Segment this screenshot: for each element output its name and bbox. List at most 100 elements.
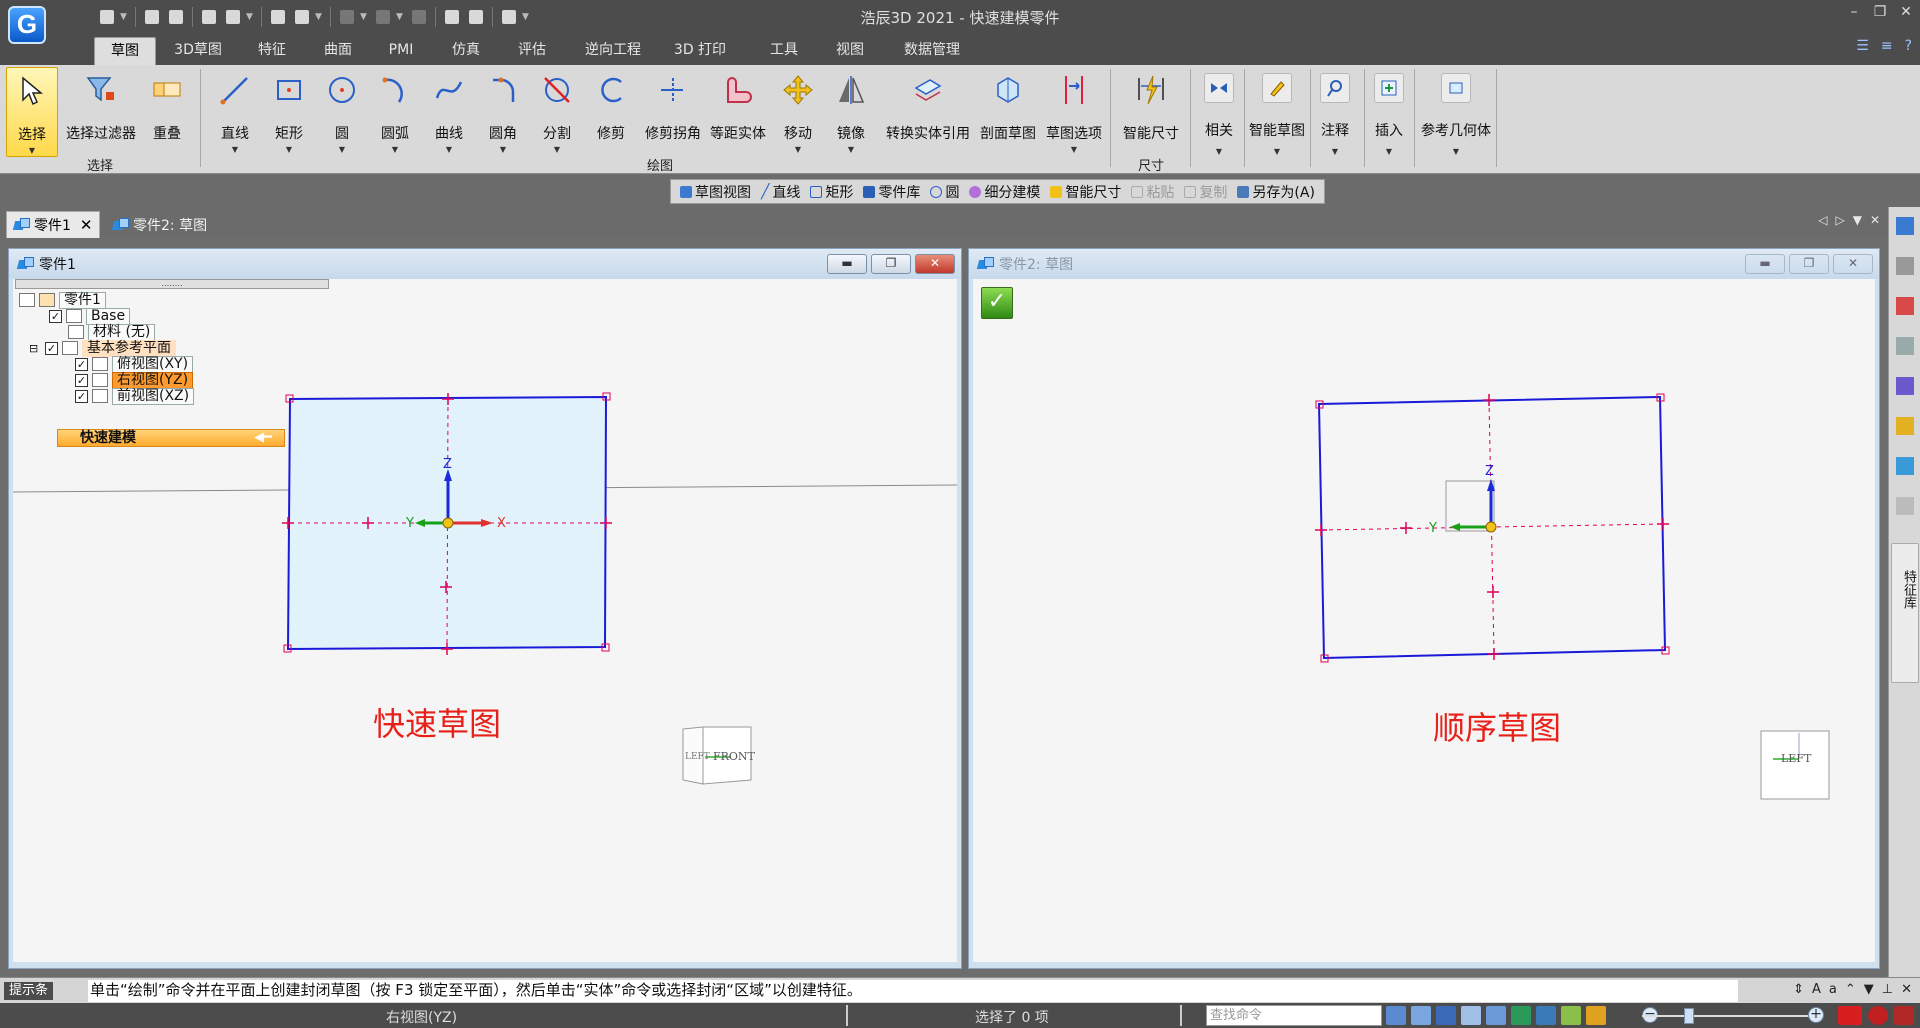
customize-qat-icon[interactable]: ▼ [522,12,532,22]
new-file-icon[interactable] [96,6,118,28]
offset-entity-button[interactable]: 等距实体 [706,67,770,157]
tab-data-management[interactable]: 数据管理 [894,37,970,65]
ctx-smart-dimension[interactable]: 智能尺寸 [1047,182,1124,202]
close-button[interactable]: ✕ [1898,4,1914,20]
ctx-subdivision-modeling[interactable]: 细分建模 [966,182,1043,202]
pan-icon[interactable] [1536,1006,1556,1025]
close-tab-icon[interactable]: ✕ [80,216,93,234]
zoom-in-button[interactable]: + [1808,1007,1824,1023]
tab-3d-print[interactable]: 3D 打印 [668,37,732,65]
arc-button[interactable]: 圆弧 ▼ [370,67,420,157]
rollback-arrow-icon[interactable]: ◀━ [254,430,272,446]
zoom-area-icon[interactable] [1411,1006,1431,1025]
prompt-scroll-icon[interactable]: ⇕ [1793,982,1804,997]
tab-feature[interactable]: 特征 [246,37,298,65]
design-tree-icon[interactable] [1896,217,1914,235]
app-logo[interactable]: G [8,6,46,44]
new-dropdown-icon[interactable]: ▼ [120,12,130,22]
doc-tab-part2-sketch[interactable]: 零件2: 草图 [106,211,226,238]
smart-sketch-button[interactable]: 智能草图 ▼ [1246,67,1308,157]
redo-dropdown-icon[interactable]: ▼ [396,12,406,22]
doc-tab-part1[interactable]: 零件1 ✕ [6,211,100,238]
annotation-button[interactable]: 注释 ▼ [1312,67,1358,157]
reference-geometry-button[interactable]: 参考几何体 ▼ [1416,67,1496,157]
open-recent-icon[interactable] [165,6,187,28]
record-icon[interactable] [1868,1006,1888,1025]
feature-library-tab[interactable]: 特征库 [1891,543,1919,683]
fillet-button[interactable]: 圆角 ▼ [478,67,528,157]
curve-button[interactable]: 曲线 ▼ [424,67,474,157]
print-dropdown-icon[interactable]: ▼ [315,12,325,22]
ctx-sketch-view[interactable]: 草图视图 [677,182,754,202]
palette-icon[interactable] [1896,377,1914,395]
rotate-icon[interactable] [1511,1006,1531,1025]
visibility-checkbox[interactable]: ✓ [75,389,88,403]
print-icon[interactable] [291,6,313,28]
minimize-button[interactable]: – [1846,4,1862,20]
window-maximize-button[interactable]: ❐ [871,254,911,274]
save-icon[interactable] [198,6,220,28]
appearance-icon[interactable] [1896,297,1914,315]
select-filter-button[interactable]: 选择过滤器 [62,67,140,157]
ctx-line[interactable]: ╱ 直线 [758,182,803,202]
stop-icon[interactable] [1894,1006,1914,1025]
zoom-icon[interactable] [1436,1006,1456,1025]
fit-view-icon[interactable] [1461,1006,1481,1025]
window-part1-titlebar[interactable]: 零件1 [9,249,961,279]
pointer-select-icon[interactable] [498,6,520,28]
undo-dropdown-icon[interactable]: ▼ [360,12,370,22]
origin-point[interactable] [442,517,454,529]
restore-button[interactable]: ❐ [1872,4,1888,20]
ctx-copy[interactable]: 复制 [1181,182,1230,202]
tab-evaluate[interactable]: 评估 [506,37,558,65]
line-button[interactable]: 直线 ▼ [210,67,260,157]
tree-item-front-view[interactable]: ✓ 前视图(XZ) [75,387,195,405]
tab-pmi[interactable]: PMI [378,37,424,65]
trim-button[interactable]: 修剪 [586,67,636,157]
origin-point[interactable] [1485,521,1497,533]
quick-modeling-bar[interactable]: 快速建模 ◀━ [57,429,285,447]
font-increase-icon[interactable]: A [1812,982,1821,997]
move-button[interactable]: 移动 ▼ [774,67,822,157]
view-cube[interactable]: LEFT FRONT [682,726,756,785]
ctx-save-as[interactable]: 另存为(A) [1234,182,1318,202]
appearance-icon[interactable] [1586,1006,1606,1025]
repeat-icon[interactable] [408,6,430,28]
grid-points-icon[interactable] [1896,497,1914,515]
window-minimize-button[interactable]: ▬ [827,254,867,274]
display-style-icon[interactable] [1561,1006,1581,1025]
pin-icon[interactable]: ⊥ [1882,982,1893,997]
tab-tools[interactable]: 工具 [758,37,810,65]
sketch-canvas-part2[interactable]: Z Y LEFT [973,279,1875,962]
render-icon[interactable] [1896,457,1914,475]
ctx-circle[interactable]: 圆 [927,182,962,202]
ribbon-layout-icon[interactable]: ☰ [1856,38,1869,54]
properties-icon[interactable] [267,6,289,28]
tab-list-icon[interactable]: ▼ [1853,213,1862,227]
zoom-slider[interactable] [1642,1015,1818,1017]
split-button[interactable]: 分割 ▼ [532,67,582,157]
section-sketch-button[interactable]: 剖面草图 [976,67,1040,157]
window-maximize-button[interactable]: ❐ [1789,254,1829,274]
close-prompt-icon[interactable]: ✕ [1901,982,1912,997]
ribbon-style-icon[interactable]: ≡ [1881,38,1893,54]
window-minimize-button[interactable]: ▬ [1745,254,1785,274]
command-search-input[interactable]: 查找命令 [1206,1005,1382,1026]
tab-3d-sketch[interactable]: 3D草图 [166,37,230,65]
collapse-icon[interactable]: ⊟ [29,342,41,355]
tab-reverse-engineering[interactable]: 逆向工程 [574,37,652,65]
undo-icon[interactable] [336,6,358,28]
rebuild-icon[interactable] [441,6,463,28]
layout-icon[interactable] [1896,337,1914,355]
convert-entity-button[interactable]: 转换实体引用 [880,67,976,157]
relations-button[interactable]: 相关 ▼ [1196,67,1242,157]
open-folder-icon[interactable] [141,6,163,28]
save-dropdown-icon[interactable]: ▼ [246,12,256,22]
window-close-button[interactable]: ✕ [915,254,955,274]
zoom-slider-thumb[interactable] [1684,1008,1694,1024]
graphics-area-part2[interactable]: ✓ Z Y LEFT 顺序草图 [973,279,1875,962]
font-decrease-icon[interactable]: a [1829,982,1837,997]
help-icon[interactable]: ? [1905,38,1912,54]
visibility-checkbox[interactable]: ✓ [75,357,88,371]
key-icon[interactable] [1896,417,1914,435]
